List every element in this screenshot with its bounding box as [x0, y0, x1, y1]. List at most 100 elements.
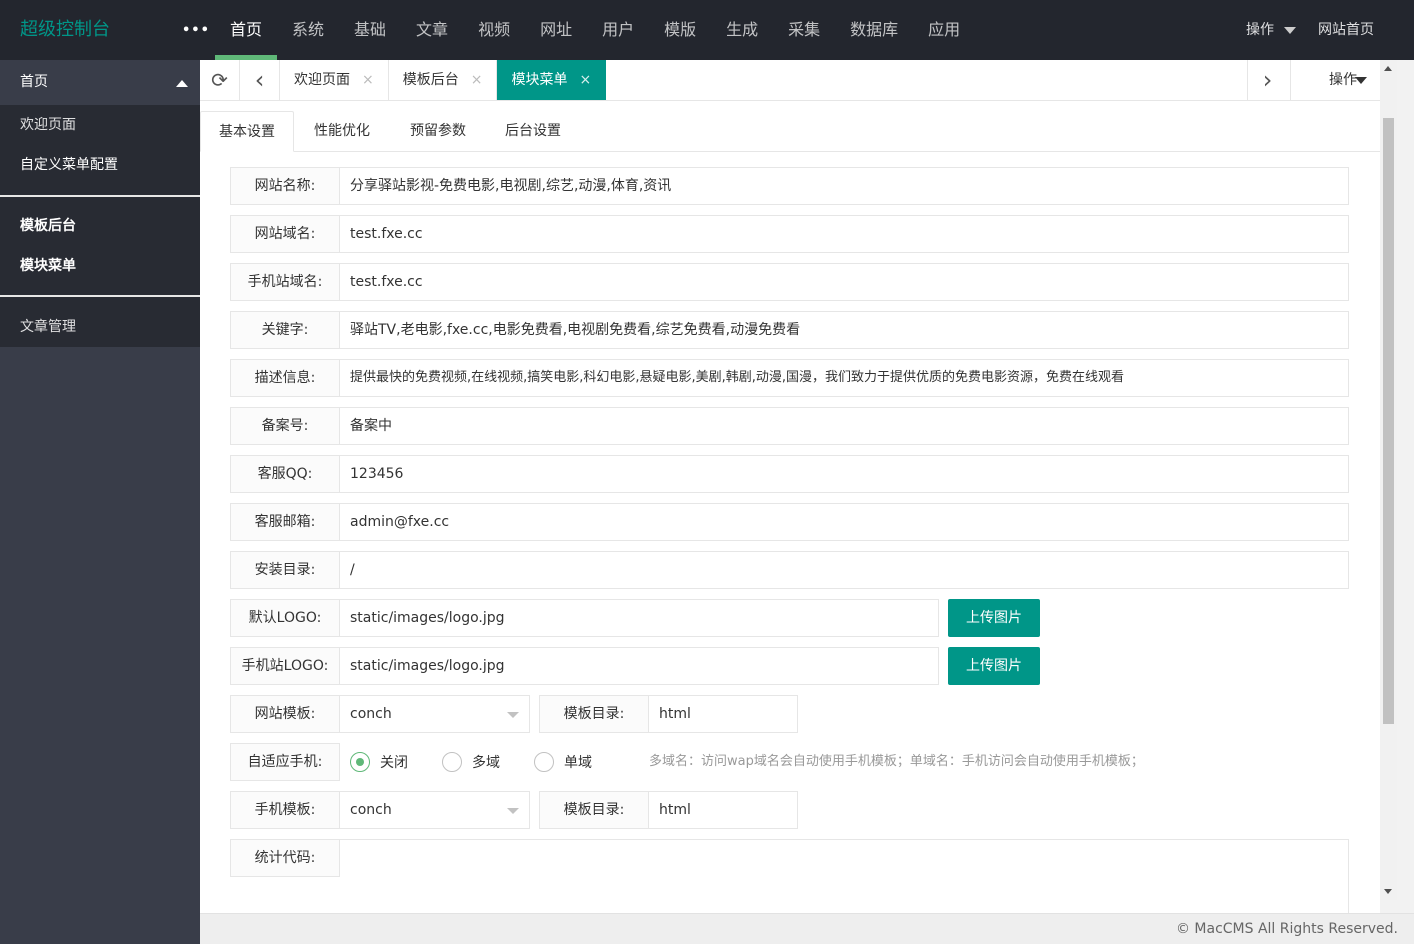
refresh-icon[interactable]: ⟳ [200, 60, 240, 100]
tab-performance[interactable]: 性能优化 [294, 111, 390, 152]
site-name-label: 网站名称: [230, 167, 340, 205]
mobile-domain-input[interactable]: test.fxe.cc [340, 263, 1349, 301]
form-row-logo: 默认LOGO: static/images/logo.jpg 上传图片 [230, 599, 1349, 637]
page-tab-welcome[interactable]: 欢迎页面 × [280, 60, 389, 100]
tab-reserved-params[interactable]: 预留参数 [390, 111, 486, 152]
upload-mobile-logo-button[interactable]: 上传图片 [948, 647, 1040, 685]
page-tab-template-admin[interactable]: 模板后台 × [389, 60, 498, 100]
site-domain-input[interactable]: test.fxe.cc [340, 215, 1349, 253]
copyright-text: © MacCMS All Rights Reserved. [1175, 921, 1398, 937]
top-nav-apps[interactable]: 应用 [913, 0, 975, 60]
logo-input[interactable]: static/images/logo.jpg [340, 599, 939, 637]
close-icon[interactable]: × [579, 60, 591, 100]
top-nav-url[interactable]: 网址 [525, 0, 587, 60]
radio-off[interactable]: 关闭 [350, 743, 408, 781]
top-nav-template[interactable]: 模版 [649, 0, 711, 60]
top-nav-user[interactable]: 用户 [587, 0, 649, 60]
template-select[interactable]: conch [340, 695, 530, 733]
top-nav-collect[interactable]: 采集 [773, 0, 835, 60]
page-tabs: 欢迎页面 × 模板后台 × 模块菜单 × [280, 60, 607, 100]
template-label: 网站模板: [230, 695, 340, 733]
site-home-link[interactable]: 网站首页 [1318, 0, 1374, 60]
mobile-template-select-value: conch [350, 802, 392, 818]
caret-up-icon [176, 80, 188, 87]
top-nav-basic[interactable]: 基础 [339, 0, 401, 60]
mobile-template-dir-input[interactable]: html [649, 791, 798, 829]
form-row-keywords: 关键字: 驿站TV,老电影,fxe.cc,电影免费看,电视剧免费看,综艺免费看,… [230, 311, 1349, 349]
scroll-down-icon[interactable] [1384, 889, 1392, 894]
more-icon[interactable]: ••• [182, 0, 210, 62]
sidebar-item-welcome[interactable]: 欢迎页面 [0, 105, 200, 145]
sidebar-group-home[interactable]: 首页 [0, 60, 200, 105]
mobile-template-dir-label: 模板目录: [539, 791, 649, 829]
top-nav-article[interactable]: 文章 [401, 0, 463, 60]
mobile-logo-input[interactable]: static/images/logo.jpg [340, 647, 939, 685]
page-tab-module-menu[interactable]: 模块菜单 × [497, 60, 607, 100]
email-label: 客服邮箱: [230, 503, 340, 541]
radio-checked-icon [350, 752, 370, 772]
header-right: 操作 网站首页 [1246, 0, 1414, 60]
top-nav-system[interactable]: 系统 [277, 0, 339, 60]
sidebar-item-module-menu[interactable]: 模块菜单 [0, 246, 200, 286]
chevron-left-icon[interactable]: ‹ [240, 60, 280, 100]
scroll-up-icon[interactable] [1384, 66, 1392, 71]
settings-tabs: 基本设置 性能优化 预留参数 后台设置 [200, 111, 1380, 152]
sidebar-item-template-admin[interactable]: 模板后台 [0, 206, 200, 246]
form-row-mobile-template: 手机模板: conch 模板目录: html [230, 791, 1349, 829]
page-tab-label: 欢迎页面 [294, 72, 350, 88]
top-header: 超级控制台 ••• 首页 系统 基础 文章 视频 网址 用户 模版 生成 采集 … [0, 0, 1414, 60]
app-logo[interactable]: 超级控制台 [20, 0, 110, 60]
keywords-input[interactable]: 驿站TV,老电影,fxe.cc,电影免费看,电视剧免费看,综艺免费看,动漫免费看 [340, 311, 1349, 349]
form-row-site-domain: 网站域名: test.fxe.cc [230, 215, 1349, 253]
header-ops-dropdown[interactable]: 操作 [1246, 0, 1296, 60]
site-name-input[interactable]: 分享驿站影视-免费电影,电视剧,综艺,动漫,体育,资讯 [340, 167, 1349, 205]
stats-code-textarea[interactable] [340, 839, 1349, 913]
tab-ops-label: 操作 [1329, 72, 1357, 88]
install-dir-input[interactable]: / [340, 551, 1349, 589]
upload-logo-button[interactable]: 上传图片 [948, 599, 1040, 637]
mobile-template-select[interactable]: conch [340, 791, 530, 829]
tab-basic-settings[interactable]: 基本设置 [200, 111, 294, 152]
page-tab-label: 模块菜单 [511, 72, 568, 88]
sidebar-item-article-manage[interactable]: 文章管理 [0, 307, 200, 347]
radio-unchecked-icon [534, 752, 554, 772]
close-icon[interactable]: × [471, 60, 483, 100]
form-row-template: 网站模板: conch 模板目录: html [230, 695, 1349, 733]
top-nav-database[interactable]: 数据库 [835, 0, 913, 60]
sidebar-group-article-items: 文章管理 [0, 297, 200, 347]
mobile-template-label: 手机模板: [230, 791, 340, 829]
form-row-adaptive: 自适应手机: 关闭 多域 单域 多域名：访问wap域名会自动使用手机模板；单域名… [230, 743, 1349, 781]
sidebar-group-label: 首页 [20, 74, 48, 90]
description-input[interactable]: 提供最快的免费视频,在线视频,搞笑电影,科幻电影,悬疑电影,美剧,韩剧,动漫,国… [340, 359, 1349, 397]
mobile-logo-label: 手机站LOGO: [230, 647, 340, 685]
email-input[interactable]: admin@fxe.cc [340, 503, 1349, 541]
template-dir-label: 模板目录: [539, 695, 649, 733]
icp-input[interactable]: 备案中 [340, 407, 1349, 445]
sidebar-item-custom-menu[interactable]: 自定义菜单配置 [0, 145, 200, 185]
caret-down-icon [507, 712, 519, 718]
template-dir-input[interactable]: html [649, 695, 798, 733]
mobile-domain-label: 手机站域名: [230, 263, 340, 301]
description-label: 描述信息: [230, 359, 340, 397]
radio-label: 单域 [564, 755, 592, 771]
adaptive-label: 自适应手机: [230, 743, 340, 781]
top-nav-generate[interactable]: 生成 [711, 0, 773, 60]
form-row-mobile-domain: 手机站域名: test.fxe.cc [230, 263, 1349, 301]
close-icon[interactable]: × [362, 60, 374, 100]
caret-down-icon [507, 808, 519, 814]
radio-single-domain[interactable]: 单域 [534, 743, 592, 781]
scrollbar-thumb[interactable] [1383, 118, 1394, 724]
tab-admin-settings[interactable]: 后台设置 [486, 111, 580, 152]
radio-multi-domain[interactable]: 多域 [442, 743, 500, 781]
adaptive-hint: 多域名：访问wap域名会自动使用手机模板；单域名：手机访问会自动使用手机模板； [649, 754, 1144, 769]
form-row-icp: 备案号: 备案中 [230, 407, 1349, 445]
keywords-label: 关键字: [230, 311, 340, 349]
vertical-scrollbar[interactable] [1380, 60, 1397, 900]
qq-input[interactable]: 123456 [340, 455, 1349, 493]
chevron-right-icon[interactable]: › [1247, 60, 1287, 100]
top-nav-video[interactable]: 视频 [463, 0, 525, 60]
icp-label: 备案号: [230, 407, 340, 445]
top-nav-home[interactable]: 首页 [215, 0, 278, 60]
radio-unchecked-icon [442, 752, 462, 772]
stats-code-label: 统计代码: [230, 839, 340, 877]
